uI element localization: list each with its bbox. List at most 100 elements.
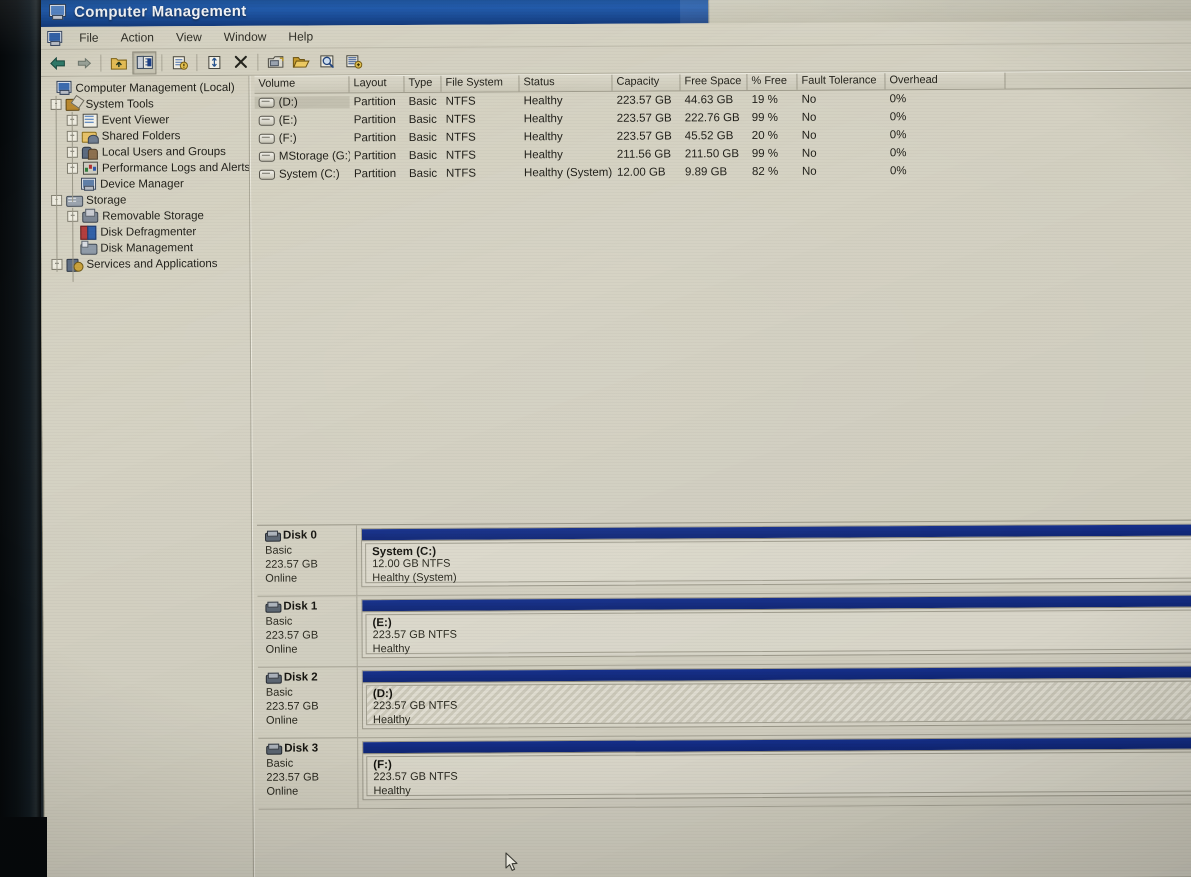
cell-fault-tolerance: No	[798, 93, 886, 105]
cell-file-system: NTFS	[442, 131, 520, 143]
up-one-level-button[interactable]	[106, 51, 130, 74]
cell-capacity: 211.56 GB	[613, 148, 681, 160]
disk-row[interactable]: Disk 2 Basic 223.57 GB Online (D:)	[258, 663, 1191, 739]
tree-item-system-tools[interactable]: - System Tools	[41, 95, 249, 112]
tree-item-label: Event Viewer	[102, 113, 170, 126]
cell-type: Basic	[405, 168, 442, 180]
rescan-disks-button[interactable]	[341, 50, 365, 73]
disk-state: Online	[266, 784, 357, 799]
disk-row[interactable]: Disk 1 Basic 223.57 GB Online (E:)	[257, 592, 1191, 668]
tree-item-computer-management-local[interactable]: Computer Management (Local)	[40, 79, 248, 96]
cell-volume: MStorage (G:)	[279, 150, 350, 162]
cell-percent-free: 82 %	[748, 166, 798, 178]
partition-block[interactable]: (F:) 223.57 GB NTFS Healthy	[366, 752, 1191, 797]
disk-bar-wrap: (F:) 223.57 GB NTFS Healthy	[358, 734, 1191, 809]
delete-button[interactable]	[228, 50, 252, 73]
disk-row[interactable]: Disk 0 Basic 223.57 GB Online System (C:…	[257, 521, 1191, 597]
tree-item-label: Device Manager	[100, 177, 184, 190]
show-hide-console-tree-button[interactable]	[132, 51, 156, 74]
disk-state: Online	[265, 571, 356, 586]
cell-percent-free: 99 %	[748, 148, 798, 160]
cell-overhead: 0%	[886, 165, 1006, 178]
up-folder-icon	[110, 55, 127, 70]
console-icon	[46, 30, 62, 45]
cell-layout: Partition	[350, 168, 405, 180]
column-header-fault-tolerance[interactable]: Fault Tolerance	[797, 73, 885, 89]
menu-view[interactable]: View	[165, 28, 213, 46]
column-header-type[interactable]: Type	[404, 76, 441, 92]
menu-window[interactable]: Window	[213, 28, 278, 46]
disk-icon	[266, 743, 281, 754]
new-window-button[interactable]	[263, 50, 287, 73]
cell-fault-tolerance: No	[798, 129, 886, 141]
rescan-disks-icon	[345, 54, 362, 69]
computer-icon	[48, 4, 66, 20]
computer-icon	[55, 81, 71, 95]
column-header-status[interactable]: Status	[519, 75, 612, 92]
menu-file[interactable]: File	[68, 29, 109, 47]
forward-button[interactable]	[71, 51, 95, 74]
column-header-volume[interactable]: Volume	[254, 76, 349, 93]
menu-action[interactable]: Action	[110, 28, 165, 46]
column-header-overhead[interactable]: Overhead	[885, 73, 1005, 90]
volume-icon	[259, 98, 275, 108]
cell-volume: System (C:)	[279, 168, 340, 180]
column-header-capacity[interactable]: Capacity	[612, 74, 680, 90]
services-applications-icon	[66, 257, 82, 271]
cell-percent-free: 20 %	[748, 130, 798, 142]
tree-item-label: Services and Applications	[86, 257, 217, 271]
cell-file-system: NTFS	[442, 149, 520, 161]
system-tools-icon	[66, 97, 82, 111]
cell-status: Healthy	[520, 131, 613, 144]
disk-title: Disk 2	[266, 671, 357, 684]
event-viewer-icon	[82, 113, 98, 127]
volume-icon	[259, 152, 275, 162]
properties-button[interactable]	[167, 51, 191, 74]
back-button[interactable]	[45, 51, 69, 74]
cell-type: Basic	[405, 150, 442, 162]
cell-free-space: 211.50 GB	[681, 148, 748, 160]
disk-management-pane: Volume Layout Type File System Status Ca…	[254, 71, 1191, 877]
screen-bezel-bottom-left	[0, 817, 47, 877]
cell-free-space: 45.52 GB	[681, 130, 748, 142]
tree-expander	[42, 83, 51, 92]
storage-icon	[66, 193, 82, 207]
partition-block[interactable]: System (C:) 12.00 GB NTFS Healthy (Syste…	[365, 539, 1191, 584]
menu-help[interactable]: Help	[277, 27, 324, 45]
tree-pane-icon	[136, 55, 153, 69]
volume-icon	[259, 116, 275, 126]
refresh-button[interactable]	[202, 50, 226, 73]
cell-overhead: 0%	[886, 129, 1006, 142]
open-button[interactable]	[289, 50, 313, 73]
tree-item-label: Storage	[86, 193, 126, 206]
disk-icon	[265, 601, 280, 612]
toolbar-separator	[196, 54, 197, 71]
disk-size: 223.57 GB	[266, 699, 357, 714]
computer-management-window: Computer Management File Action View Win…	[40, 0, 1191, 877]
cell-capacity: 12.00 GB	[613, 166, 681, 178]
search-button[interactable]	[315, 50, 339, 73]
tree-item-label: Disk Management	[100, 241, 193, 255]
column-header-file-system[interactable]: File System	[441, 75, 519, 91]
disk-icon	[266, 672, 281, 683]
cell-volume: (F:)	[279, 133, 297, 145]
column-header-layout[interactable]: Layout	[349, 76, 404, 92]
disk-bar: System (C:) 12.00 GB NTFS Healthy (Syste…	[361, 524, 1191, 588]
toolbar-separator	[161, 54, 162, 71]
disk-row[interactable]: Disk 3 Basic 223.57 GB Online (F:)	[258, 734, 1191, 810]
console-tree-pane: Computer Management (Local) - System Too…	[40, 76, 253, 877]
cell-status: Healthy (System)	[520, 167, 613, 180]
column-header-percent-free[interactable]: % Free	[747, 74, 797, 90]
disk-size: 223.57 GB	[266, 628, 357, 643]
cell-fault-tolerance: No	[798, 165, 886, 177]
local-users-icon	[82, 145, 98, 159]
cell-capacity: 223.57 GB	[613, 130, 681, 142]
column-header-free-space[interactable]: Free Space	[680, 74, 747, 90]
forward-arrow-icon	[76, 57, 91, 68]
partition-block[interactable]: (E:) 223.57 GB NTFS Healthy	[365, 610, 1191, 655]
graphical-view-empty-area	[259, 805, 1191, 872]
disk-name: Disk 0	[283, 529, 317, 541]
partition-block-selected[interactable]: (D:) 223.57 GB NTFS Healthy	[366, 681, 1191, 726]
cell-overhead: 0%	[886, 111, 1006, 124]
volume-icon	[259, 170, 275, 180]
